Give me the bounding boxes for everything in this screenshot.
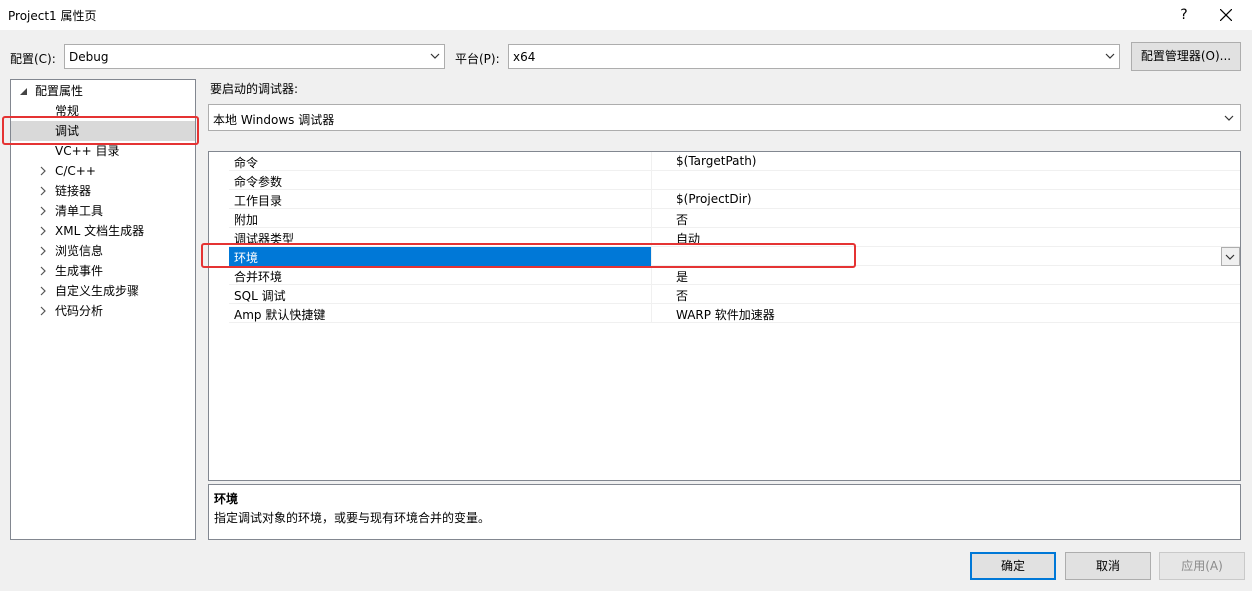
- tree-item[interactable]: 代码分析: [11, 301, 195, 321]
- property-key: 合并环境: [234, 270, 283, 284]
- chevron-down-icon: [430, 53, 440, 59]
- tree-item[interactable]: 浏览信息: [11, 241, 195, 261]
- column-divider: [651, 304, 652, 323]
- property-row[interactable]: 附加 否: [229, 209, 1240, 228]
- collapsed-arrow-icon[interactable]: [39, 181, 49, 201]
- column-divider: [651, 285, 652, 304]
- property-row[interactable]: 工作目录 $(ProjectDir): [229, 190, 1240, 209]
- property-row[interactable]: 调试器类型 自动: [229, 228, 1240, 247]
- tree-item[interactable]: 自定义生成步骤: [11, 281, 195, 301]
- tree-item[interactable]: C/C++: [11, 161, 195, 181]
- property-row[interactable]: 环境: [229, 247, 1240, 266]
- ok-button[interactable]: 确定: [970, 552, 1056, 580]
- property-key: SQL 调试: [234, 289, 286, 303]
- property-row[interactable]: Amp 默认快捷键 WARP 软件加速器: [229, 304, 1240, 323]
- column-divider: [651, 171, 652, 190]
- config-value: Debug: [69, 50, 109, 64]
- property-row[interactable]: 命令参数: [229, 171, 1240, 190]
- cancel-button[interactable]: 取消: [1065, 552, 1151, 580]
- tree-item-label: 调试: [55, 124, 80, 138]
- platform-select[interactable]: x64: [508, 44, 1120, 69]
- tree-root-label: 配置属性: [35, 84, 84, 98]
- property-row[interactable]: 合并环境 是: [229, 266, 1240, 285]
- property-row[interactable]: SQL 调试 否: [229, 285, 1240, 304]
- tree-item-label: 链接器: [55, 184, 92, 198]
- property-value: $(ProjectDir): [676, 192, 752, 206]
- property-key: 附加: [234, 213, 259, 227]
- property-key: Amp 默认快捷键: [234, 308, 326, 322]
- property-key: 命令: [234, 156, 259, 170]
- tree-item[interactable]: VC++ 目录: [11, 141, 195, 161]
- column-divider: [651, 228, 652, 247]
- tree-root[interactable]: 配置属性: [11, 81, 195, 101]
- collapsed-arrow-icon[interactable]: [39, 261, 49, 281]
- config-manager-button[interactable]: 配置管理器(O)...: [1131, 42, 1241, 71]
- property-value: 否: [676, 289, 689, 303]
- tree-item-label: 自定义生成步骤: [55, 284, 140, 298]
- column-divider: [651, 266, 652, 285]
- debugger-value: 本地 Windows 调试器: [213, 113, 335, 127]
- env-dropdown-button[interactable]: [1221, 247, 1240, 266]
- expanded-arrow-icon: [20, 88, 27, 95]
- collapsed-arrow-icon[interactable]: [39, 241, 49, 261]
- tree-item-label: 常规: [55, 104, 80, 118]
- property-grid: 命令 $(TargetPath) 命令参数 工作目录 $(ProjectDir) 附加否调…: [208, 151, 1241, 481]
- property-row[interactable]: 命令 $(TargetPath): [229, 152, 1240, 171]
- property-value: 自动: [676, 232, 701, 246]
- window-title: Project1 属性页: [8, 9, 97, 23]
- platform-label: 平台(P):: [455, 52, 500, 66]
- config-label: 配置(C):: [10, 52, 56, 66]
- debugger-label: 要启动的调试器:: [210, 82, 299, 96]
- tree-item-label: 清单工具: [55, 204, 104, 218]
- debugger-select[interactable]: 本地 Windows 调试器: [208, 104, 1241, 131]
- property-tree: 配置属性 常规调试 VC++ 目录 C/C++ 链接器清单工具 XML 文档生成器 浏览信…: [10, 79, 196, 540]
- column-divider: [651, 152, 652, 171]
- close-button[interactable]: [1206, 0, 1246, 30]
- property-key: 环境: [234, 251, 259, 265]
- tree-item-label: 生成事件: [55, 264, 104, 278]
- tree-item-label: 浏览信息: [55, 244, 104, 258]
- property-value: 是: [676, 270, 689, 284]
- property-key: 调试器类型: [234, 232, 295, 246]
- collapsed-arrow-icon[interactable]: [39, 281, 49, 301]
- chevron-down-icon: [1225, 254, 1235, 260]
- description-panel: 环境 指定调试对象的环境，或要与现有环境合并的变量。: [208, 484, 1241, 540]
- close-icon: [1220, 9, 1232, 21]
- tree-item-label: 代码分析: [55, 304, 104, 318]
- column-divider: [651, 190, 652, 209]
- property-key: 命令参数: [234, 175, 283, 189]
- property-key: 工作目录: [234, 194, 283, 208]
- column-divider: [651, 209, 652, 228]
- collapsed-arrow-icon[interactable]: [39, 161, 49, 181]
- tree-item[interactable]: 清单工具: [11, 201, 195, 221]
- tree-item[interactable]: 调试: [11, 121, 195, 141]
- property-value: WARP 软件加速器: [676, 308, 775, 322]
- property-value: $(TargetPath): [676, 154, 757, 168]
- tree-item-label: VC++ 目录: [55, 144, 120, 158]
- tree-item[interactable]: XML 文档生成器: [11, 221, 195, 241]
- description-text: 指定调试对象的环境，或要与现有环境合并的变量。: [214, 511, 491, 525]
- collapsed-arrow-icon[interactable]: [39, 221, 49, 241]
- chevron-down-icon: [1224, 115, 1234, 121]
- collapsed-arrow-icon[interactable]: [39, 301, 49, 321]
- tree-item[interactable]: 常规: [11, 101, 195, 121]
- description-title: 环境: [214, 492, 239, 506]
- column-divider: [651, 247, 652, 266]
- tree-item-label: C/C++: [55, 164, 96, 178]
- collapsed-arrow-icon[interactable]: [39, 201, 49, 221]
- selection-highlight: [229, 247, 651, 266]
- apply-button[interactable]: 应用(A): [1159, 552, 1245, 580]
- help-button[interactable]: ?: [1166, 0, 1202, 30]
- tree-item-label: XML 文档生成器: [55, 224, 145, 238]
- config-select[interactable]: Debug: [64, 44, 445, 69]
- title-bar: Project1 属性页 ?: [0, 0, 1252, 30]
- property-value: 否: [676, 213, 689, 227]
- tree-item[interactable]: 链接器: [11, 181, 195, 201]
- platform-value: x64: [513, 50, 536, 64]
- tree-item[interactable]: 生成事件: [11, 261, 195, 281]
- chevron-down-icon: [1105, 53, 1115, 59]
